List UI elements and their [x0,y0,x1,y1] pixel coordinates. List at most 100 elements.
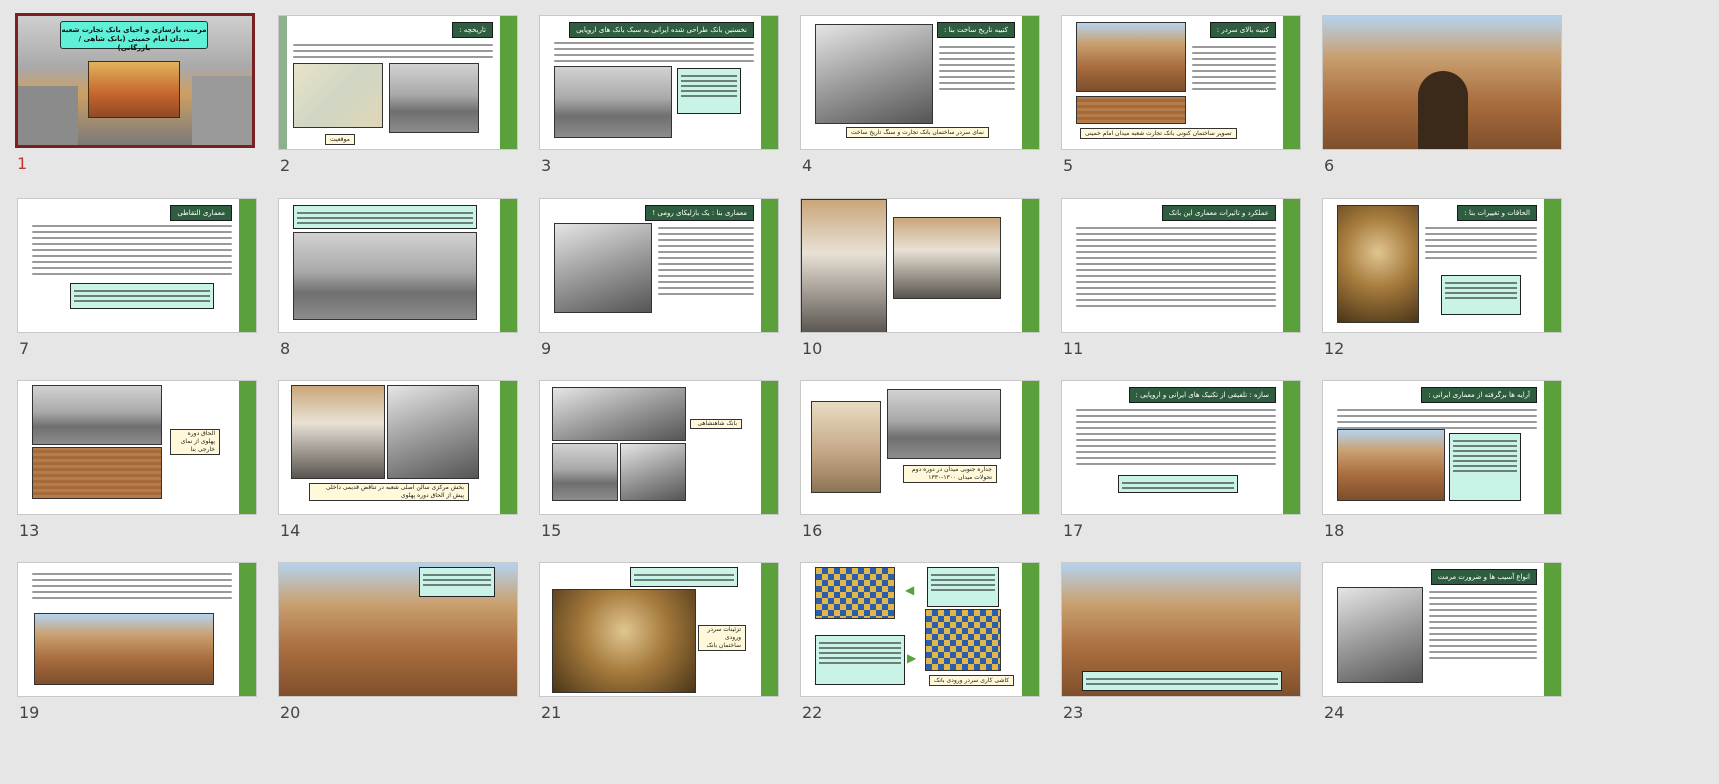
slide-thumbnail-24[interactable]: انواع آسیب ها و ضرورت مرمت 24 [1322,562,1568,752]
right-accent-bar [500,16,517,149]
slide-number: 21 [541,703,562,722]
arrow-left-icon: ◀ [905,583,915,597]
slide-thumbnail-6[interactable]: 6 [1322,15,1568,205]
slide-thumbnail-19[interactable]: 19 [17,562,263,752]
street-photo-right [192,76,252,145]
slide-thumbnail-14[interactable]: بخش مرکزی سالن اصلی شعبه در تناقض قدیمی … [278,380,524,570]
right-accent-bar [1283,199,1300,332]
slide-7-title: معماری التقاطی [170,205,232,221]
slide-number: 20 [280,703,301,722]
slide-number: 13 [19,521,40,540]
slide-thumbnail-15[interactable]: بانک شاهنشاهی 15 [539,380,785,570]
slide-thumbnail-10[interactable]: 10 [800,198,1046,388]
slide-number: 1 [17,154,28,173]
slide-16-caption: جداره جنوبی میدان در دوره دوم تحولات مید… [903,465,997,483]
slide-5-caption: تصویر ساختمان کنونی بانک تجارت شعبه میدا… [1080,128,1237,139]
body-text [554,38,754,66]
slide-thumbnail-23[interactable]: 23 [1061,562,1307,752]
slide-thumbnail-3[interactable]: نخستین بانک طراحی شده ایرانی به سبک بانک… [539,15,785,205]
slide-thumbnail-12[interactable]: الحاقات و تغییرات بنا : 12 [1322,198,1568,388]
body-text [1192,42,1276,94]
right-accent-bar [1022,563,1039,696]
note-box [70,283,214,309]
damage-corridor-photo [1337,587,1423,683]
interior-photo [554,223,652,313]
slide-1-preview: مرمت، بازسازی و احیای بانک تجارت شعبه می… [15,13,255,148]
slide-24-preview: انواع آسیب ها و ضرورت مرمت [1322,562,1562,697]
slide-thumbnail-9[interactable]: معماری بنا : یک بازلیکای رومی ! 9 [539,198,785,388]
right-accent-bar [761,563,778,696]
slide-13-caption: الحاق دوره پهلوی از نمای خارجی بنا [170,429,220,455]
note-box [293,205,477,229]
slide-thumbnail-5[interactable]: کتیبه بالای سردر : تصویر ساختمان کنونی ب… [1061,15,1307,205]
slide-13-preview: الحاق دوره پهلوی از نمای خارجی بنا [17,380,257,515]
rooftop-photo [32,447,162,499]
body-text [1429,587,1537,663]
right-accent-bar [1022,199,1039,332]
slide-18-title: آرایه ها برگرفته از معماری ایرانی : [1421,387,1537,403]
right-accent-bar [1544,199,1561,332]
note-box [927,567,999,607]
slide-number: 15 [541,521,562,540]
slide-4-preview: کتیبه تاریخ ساخت بنا : نمای سردر ساختمان… [800,15,1040,150]
slide-8-preview [278,198,518,333]
slide-thumbnail-16[interactable]: جداره جنوبی میدان در دوره دوم تحولات مید… [800,380,1046,570]
slide-number: 22 [802,703,823,722]
slide-thumbnail-22[interactable]: ◀ ▶ کاشی کاری سردر ورودی بانک 22 [800,562,1046,752]
slide-2-preview: تاریخچه : موقعیت [278,15,518,150]
slide-thumbnail-11[interactable]: عملکرد و تاثیرات معماری این بانک 11 [1061,198,1307,388]
slide-6-preview [1322,15,1562,150]
slide-thumbnail-20[interactable]: 20 [278,562,524,752]
right-accent-bar [1544,381,1561,514]
right-accent-bar [239,381,256,514]
right-accent-bar [1022,381,1039,514]
slide-3-title: نخستین بانک طراحی شده ایرانی به سبک بانک… [569,22,754,38]
slide-1-title: مرمت، بازسازی و احیای بانک تجارت شعبه می… [60,21,208,52]
body-text [658,223,754,299]
slide-17-preview: سازه : تلفیقی از تکنیک های ایرانی و اروپ… [1061,380,1301,515]
slide-number: 8 [280,339,291,358]
right-accent-bar [239,199,256,332]
historic-photo [32,385,162,445]
slide-24-title: انواع آسیب ها و ضرورت مرمت [1430,569,1537,585]
right-accent-bar [1022,16,1039,149]
slide-number: 7 [19,339,30,358]
slide-number: 10 [802,339,823,358]
inscription-photo [1076,96,1186,124]
right-accent-bar [761,381,778,514]
bank-building-photo [88,61,180,118]
body-text [1425,223,1537,263]
body-text [32,569,232,603]
slide-number: 14 [280,521,301,540]
slide-thumbnail-8[interactable]: 8 [278,198,524,388]
location-map [293,63,383,128]
slide-number: 11 [1063,339,1084,358]
right-accent-bar [500,199,517,332]
slide-22-preview: ◀ ▶ کاشی کاری سردر ورودی بانک [800,562,1040,697]
slide-4-title: کتیبه تاریخ ساخت بنا : [936,22,1015,38]
interior-hall-photo [801,199,887,332]
interior-gallery-photo [893,217,1001,299]
slide-number: 3 [541,156,552,175]
note-box [1441,275,1521,315]
slide-thumbnail-18[interactable]: آرایه ها برگرفته از معماری ایرانی : 18 [1322,380,1568,570]
slide-thumbnail-4[interactable]: کتیبه تاریخ ساخت بنا : نمای سردر ساختمان… [800,15,1046,205]
slide-15-preview: بانک شاهنشاهی [539,380,779,515]
right-accent-bar [1283,16,1300,149]
right-accent-bar [1283,381,1300,514]
slide-thumbnail-13[interactable]: الحاق دوره پهلوی از نمای خارجی بنا 13 [17,380,263,570]
slide-15-caption: بانک شاهنشاهی [690,419,742,429]
interior-bw-photo [387,385,479,479]
slide-9-title: معماری بنا : یک بازلیکای رومی ! [645,205,754,221]
slide-number: 16 [802,521,823,540]
slide-number: 17 [1063,521,1084,540]
slide-number: 4 [802,156,813,175]
historic-photo-bottom-right [620,443,686,501]
slide-thumbnail-7[interactable]: معماری التقاطی 7 [17,198,263,388]
slide-thumbnail-21[interactable]: تزئینات سردر ورودی ساختمان بانک 21 [539,562,785,752]
slide-thumbnail-2[interactable]: تاریخچه : موقعیت 2 [278,15,524,205]
slide-thumbnail-1[interactable]: مرمت، بازسازی و احیای بانک تجارت شعبه می… [15,13,261,203]
historic-photo [887,389,1001,459]
slide-thumbnail-17[interactable]: سازه : تلفیقی از تکنیک های ایرانی و اروپ… [1061,380,1307,570]
note-box [815,635,905,685]
